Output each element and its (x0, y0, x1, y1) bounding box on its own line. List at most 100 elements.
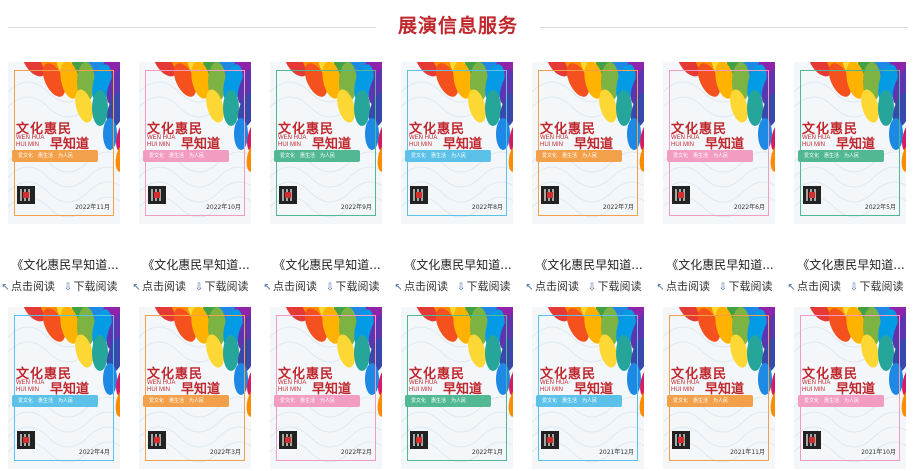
cover-date: 2022年2月 (340, 449, 372, 456)
publication-cover[interactable]: 文化惠民 WEN HUA HUI MIN 早知道 爱文化 惠生活 为人民 2022… (794, 62, 906, 224)
download-icon: ⇩ (849, 282, 859, 293)
qr-code (148, 431, 166, 449)
download-label: 下载阅读 (597, 280, 642, 293)
publication-actions: ↖点击阅读 ⇩下载阅读 (786, 278, 916, 294)
download-link[interactable]: ⇩下载阅读 (456, 278, 511, 294)
read-link[interactable]: ↖点击阅读 (655, 278, 710, 294)
cover-subtitle-en: WEN HUA HUI MIN (802, 135, 831, 148)
publication-cover[interactable]: 文化惠民 WEN HUA HUI MIN 早知道 爱文化 惠生活 为人民 2021… (532, 307, 644, 469)
cover-subtitle-en: WEN HUA HUI MIN (16, 380, 45, 393)
read-label: 点击阅读 (273, 280, 317, 293)
cover-date: 2022年8月 (471, 204, 503, 211)
publication-cover[interactable]: 文化惠民 WEN HUA HUI MIN 早知道 爱文化 惠生活 为人民 2021… (794, 307, 906, 469)
publication-title-link[interactable]: 《文化惠民早知道... (262, 256, 392, 273)
download-link[interactable]: ⇩下载阅读 (587, 278, 642, 294)
qr-code (541, 431, 559, 449)
cover-tagline: 爱文化 惠生活 为人民 (274, 150, 360, 162)
cover-subtitle-en: WEN HUA HUI MIN (278, 380, 307, 393)
cover-subtitle-en: WEN HUA HUI MIN (409, 380, 438, 393)
read-link[interactable]: ↖点击阅读 (0, 278, 55, 294)
publication-cover[interactable]: 文化惠民 WEN HUA HUI MIN 早知道 爱文化 惠生活 为人民 2021… (663, 307, 775, 469)
cover-subtitle-en: WEN HUA HUI MIN (147, 135, 176, 148)
cover-tagline: 爱文化 惠生活 为人民 (798, 395, 884, 407)
download-link[interactable]: ⇩下载阅读 (325, 278, 380, 294)
publication-cover[interactable]: 文化惠民 WEN HUA HUI MIN 早知道 爱文化 惠生活 为人民 2022… (401, 307, 513, 469)
publication-actions: ↖点击阅读 ⇩下载阅读 (262, 278, 402, 294)
download-link[interactable]: ⇩下载阅读 (63, 278, 118, 294)
publication-cover[interactable]: 文化惠民 WEN HUA HUI MIN 早知道 爱文化 惠生活 为人民 2022… (532, 62, 644, 224)
qr-code (803, 186, 821, 204)
cover-subtitle-en: WEN HUA HUI MIN (147, 380, 176, 393)
cover-date: 2022年1月 (471, 449, 503, 456)
cover-tagline: 爱文化 惠生活 为人民 (405, 150, 491, 162)
cover-date: 2022年11月 (75, 204, 110, 211)
cover-date: 2022年10月 (206, 204, 241, 211)
read-label: 点击阅读 (142, 280, 186, 293)
read-link[interactable]: ↖点击阅读 (786, 278, 841, 294)
publication-title-link[interactable]: 《文化惠民早知道... (655, 256, 785, 273)
read-link[interactable]: ↖点击阅读 (131, 278, 186, 294)
publication-title-link[interactable]: 《文化惠民早知道... (131, 256, 261, 273)
download-link[interactable]: ⇩下载阅读 (718, 278, 773, 294)
cursor-icon: ↖ (394, 282, 403, 293)
download-link[interactable]: ⇩下载阅读 (194, 278, 249, 294)
publication-cover[interactable]: 文化惠民 WEN HUA HUI MIN 早知道 爱文化 惠生活 为人民 2022… (139, 62, 251, 224)
cover-tagline: 爱文化 惠生活 为人民 (536, 150, 622, 162)
cover-subtitle-en: WEN HUA HUI MIN (671, 380, 700, 393)
cover-tagline: 爱文化 惠生活 为人民 (536, 395, 622, 407)
cover-date: 2022年7月 (602, 204, 634, 211)
cover-subtitle-en: WEN HUA HUI MIN (802, 380, 831, 393)
cursor-icon: ↖ (132, 282, 141, 293)
qr-code (672, 186, 690, 204)
download-label: 下载阅读 (73, 280, 118, 293)
read-label: 点击阅读 (11, 280, 55, 293)
publication-cover[interactable]: 文化惠民 WEN HUA HUI MIN 早知道 爱文化 惠生活 为人民 2022… (270, 307, 382, 469)
publication-actions: ↖点击阅读 ⇩下载阅读 (0, 278, 140, 294)
divider-left (8, 27, 376, 28)
cover-tagline: 爱文化 惠生活 为人民 (12, 395, 98, 407)
qr-code (17, 431, 35, 449)
publication-cover[interactable]: 文化惠民 WEN HUA HUI MIN 早知道 爱文化 惠生活 为人民 2022… (663, 62, 775, 224)
read-label: 点击阅读 (535, 280, 579, 293)
cover-date: 2021年10月 (861, 449, 896, 456)
publication-cover[interactable]: 文化惠民 WEN HUA HUI MIN 早知道 爱文化 惠生活 为人民 2022… (401, 62, 513, 224)
publication-title-link[interactable]: 《文化惠民早知道... (0, 256, 130, 273)
publication-actions: ↖点击阅读 ⇩下载阅读 (655, 278, 795, 294)
cover-date: 2022年6月 (733, 204, 765, 211)
publication-cover[interactable]: 文化惠民 WEN HUA HUI MIN 早知道 爱文化 惠生活 为人民 2022… (8, 62, 120, 224)
qr-code (279, 186, 297, 204)
cover-date: 2022年3月 (209, 449, 241, 456)
download-label: 下载阅读 (204, 280, 249, 293)
cover-subtitle-en: WEN HUA HUI MIN (409, 135, 438, 148)
download-icon: ⇩ (325, 282, 335, 293)
read-label: 点击阅读 (797, 280, 841, 293)
publication-cover[interactable]: 文化惠民 WEN HUA HUI MIN 早知道 爱文化 惠生活 为人民 2022… (139, 307, 251, 469)
section-header: 展演信息服务 (0, 0, 916, 52)
publication-title-link[interactable]: 《文化惠民早知道... (393, 256, 523, 273)
cover-tagline: 爱文化 惠生活 为人民 (274, 395, 360, 407)
publication-title-link[interactable]: 《文化惠民早知道... (524, 256, 654, 273)
publication-title-link[interactable]: 《文化惠民早知道... (786, 256, 916, 273)
cover-date: 2021年12月 (599, 449, 634, 456)
cover-tagline: 爱文化 惠生活 为人民 (667, 395, 753, 407)
download-icon: ⇩ (63, 282, 73, 293)
cover-tagline: 爱文化 惠生活 为人民 (667, 150, 753, 162)
publication-cover[interactable]: 文化惠民 WEN HUA HUI MIN 早知道 爱文化 惠生活 为人民 2022… (270, 62, 382, 224)
read-link[interactable]: ↖点击阅读 (393, 278, 448, 294)
publication-actions: ↖点击阅读 ⇩下载阅读 (524, 278, 664, 294)
qr-code (279, 431, 297, 449)
download-icon: ⇩ (194, 282, 204, 293)
cursor-icon: ↖ (263, 282, 272, 293)
cover-tagline: 爱文化 惠生活 为人民 (798, 150, 884, 162)
download-label: 下载阅读 (859, 280, 904, 293)
read-link[interactable]: ↖点击阅读 (262, 278, 317, 294)
cover-subtitle-en: WEN HUA HUI MIN (278, 135, 307, 148)
download-icon: ⇩ (587, 282, 597, 293)
publication-actions: ↖点击阅读 ⇩下载阅读 (393, 278, 533, 294)
cover-date: 2022年9月 (340, 204, 372, 211)
cover-tagline: 爱文化 惠生活 为人民 (143, 150, 229, 162)
read-link[interactable]: ↖点击阅读 (524, 278, 579, 294)
download-label: 下载阅读 (466, 280, 511, 293)
download-link[interactable]: ⇩下载阅读 (849, 278, 904, 294)
publication-cover[interactable]: 文化惠民 WEN HUA HUI MIN 早知道 爱文化 惠生活 为人民 2022… (8, 307, 120, 469)
